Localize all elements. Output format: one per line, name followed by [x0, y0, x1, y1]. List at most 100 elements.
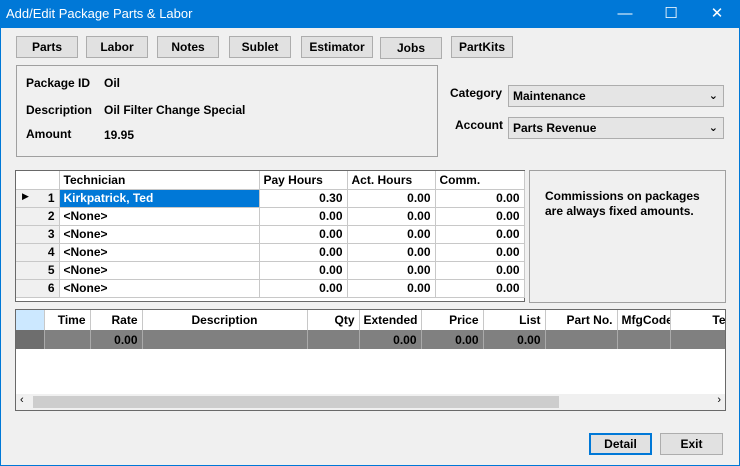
technician-cell[interactable]: Kirkpatrick, Ted: [59, 189, 260, 208]
tab-jobs[interactable]: Jobs: [380, 37, 442, 59]
tab-notes[interactable]: Notes: [157, 36, 219, 58]
act-hours-cell[interactable]: 0.00: [347, 279, 436, 298]
col-description[interactable]: Description: [142, 310, 308, 330]
commission-note: Commissions on packages are always fixed…: [545, 189, 700, 218]
pay-hours-cell[interactable]: 0.30: [259, 189, 348, 208]
col-pay-hours[interactable]: Pay Hours: [259, 171, 348, 190]
extended-cell[interactable]: 0.00: [359, 330, 422, 349]
chevron-down-icon: ⌄: [708, 122, 718, 134]
title-bar: Add/Edit Package Parts & Labor — ☐ ✕: [0, 0, 740, 28]
scrollbar-thumb[interactable]: [33, 396, 559, 408]
commission-note-panel: Commissions on packages are always fixed…: [529, 170, 726, 303]
technician-cell[interactable]: <None>: [59, 279, 260, 298]
act-hours-cell[interactable]: 0.00: [347, 261, 436, 280]
close-icon[interactable]: ✕: [694, 0, 740, 28]
col-mfgcode[interactable]: MfgCode: [617, 310, 671, 330]
tab-partkits[interactable]: PartKits: [451, 36, 513, 58]
maximize-icon[interactable]: ☐: [648, 0, 694, 28]
row-number: 4: [16, 243, 60, 262]
price-cell[interactable]: 0.00: [421, 330, 484, 349]
col-price[interactable]: Price: [421, 310, 484, 330]
description-cell[interactable]: [142, 330, 308, 349]
comm-cell[interactable]: 0.00: [435, 261, 525, 280]
qty-cell[interactable]: [307, 330, 360, 349]
account-select[interactable]: Parts Revenue ⌄: [508, 117, 724, 139]
col-time[interactable]: Time: [44, 310, 91, 330]
scroll-right-icon[interactable]: ›: [717, 394, 721, 406]
time-cell[interactable]: [44, 330, 91, 349]
detail-button[interactable]: Detail: [589, 433, 652, 455]
col-list[interactable]: List: [483, 310, 546, 330]
pay-hours-cell[interactable]: 0.00: [259, 207, 348, 226]
amount-value: 19.95: [104, 128, 135, 142]
package-id-value: Oil: [104, 76, 121, 90]
minimize-icon[interactable]: —: [602, 0, 648, 28]
table-row[interactable]: 2 <None> 0.00 0.00 0.00: [16, 207, 525, 226]
comm-cell[interactable]: 0.00: [435, 279, 525, 298]
description-value: Oil Filter Change Special: [104, 103, 246, 117]
table-row[interactable]: 5 <None> 0.00 0.00 0.00: [16, 261, 525, 280]
act-hours-cell[interactable]: 0.00: [347, 243, 436, 262]
account-label: Account: [455, 118, 503, 132]
mfgcode-cell[interactable]: [617, 330, 671, 349]
act-hours-cell[interactable]: 0.00: [347, 225, 436, 244]
col-act-hours[interactable]: Act. Hours: [347, 171, 436, 190]
tab-labor[interactable]: Labor: [86, 36, 148, 58]
grid-corner-header: [16, 171, 60, 190]
col-qty[interactable]: Qty: [307, 310, 360, 330]
table-row[interactable]: 4 <None> 0.00 0.00 0.00: [16, 243, 525, 262]
table-row[interactable]: 0.00 0.00 0.00 0.00: [16, 330, 725, 349]
package-info-panel: Package ID Oil Description Oil Filter Ch…: [16, 65, 438, 157]
comm-cell[interactable]: 0.00: [435, 225, 525, 244]
pay-hours-cell[interactable]: 0.00: [259, 243, 348, 262]
pay-hours-cell[interactable]: 0.00: [259, 225, 348, 244]
table-row[interactable]: 3 <None> 0.00 0.00 0.00: [16, 225, 525, 244]
comm-cell[interactable]: 0.00: [435, 207, 525, 226]
comm-cell[interactable]: 0.00: [435, 243, 525, 262]
exit-button[interactable]: Exit: [660, 433, 723, 455]
col-extended[interactable]: Extended: [359, 310, 422, 330]
horizontal-scrollbar[interactable]: ‹ ›: [16, 394, 725, 410]
technician-cell[interactable]: <None>: [59, 225, 260, 244]
tab-estimator[interactable]: Estimator: [301, 36, 373, 58]
technician-cell[interactable]: <None>: [59, 261, 260, 280]
window-title: Add/Edit Package Parts & Labor: [6, 6, 193, 21]
table-row[interactable]: 6 <None> 0.00 0.00 0.00: [16, 279, 525, 298]
category-label: Category: [450, 86, 503, 100]
technician-cell[interactable]: <None>: [59, 243, 260, 262]
row-number: 5: [16, 261, 60, 280]
col-comm[interactable]: Comm.: [435, 171, 525, 190]
tab-sublet[interactable]: Sublet: [229, 36, 291, 58]
tab-parts[interactable]: Parts: [16, 36, 78, 58]
rate-cell[interactable]: 0.00: [90, 330, 143, 349]
col-tech[interactable]: Tech N: [670, 310, 725, 330]
row-number: 3: [16, 225, 60, 244]
comm-cell[interactable]: 0.00: [435, 189, 525, 208]
col-rate[interactable]: Rate: [90, 310, 143, 330]
tech-cell[interactable]: [670, 330, 725, 349]
technician-grid: Technician Pay Hours Act. Hours Comm. ▶ 1…: [15, 170, 525, 302]
part-no-cell[interactable]: [545, 330, 618, 349]
pay-hours-cell[interactable]: 0.00: [259, 261, 348, 280]
col-part-no[interactable]: Part No.: [545, 310, 618, 330]
jobs-grid: Time Rate Description Qty Extended Price…: [15, 309, 726, 411]
row-number: ▶ 1: [16, 189, 60, 208]
col-technician[interactable]: Technician: [59, 171, 260, 190]
technician-cell[interactable]: <None>: [59, 207, 260, 226]
chevron-down-icon: ⌄: [708, 90, 718, 102]
description-label: Description: [26, 103, 93, 117]
package-id-label: Package ID: [26, 76, 91, 90]
row-pointer-icon: ▶: [22, 191, 29, 201]
grid-corner-header: [16, 310, 45, 330]
scroll-left-icon[interactable]: ‹: [20, 394, 24, 406]
category-value: Maintenance: [513, 89, 586, 103]
act-hours-cell[interactable]: 0.00: [347, 189, 436, 208]
row-number: 2: [16, 207, 60, 226]
list-cell[interactable]: 0.00: [483, 330, 546, 349]
pay-hours-cell[interactable]: 0.00: [259, 279, 348, 298]
amount-label: Amount: [26, 127, 72, 141]
row-number: 6: [16, 279, 60, 298]
category-select[interactable]: Maintenance ⌄: [508, 85, 724, 107]
table-row[interactable]: ▶ 1 Kirkpatrick, Ted 0.30 0.00 0.00: [16, 189, 525, 208]
act-hours-cell[interactable]: 0.00: [347, 207, 436, 226]
